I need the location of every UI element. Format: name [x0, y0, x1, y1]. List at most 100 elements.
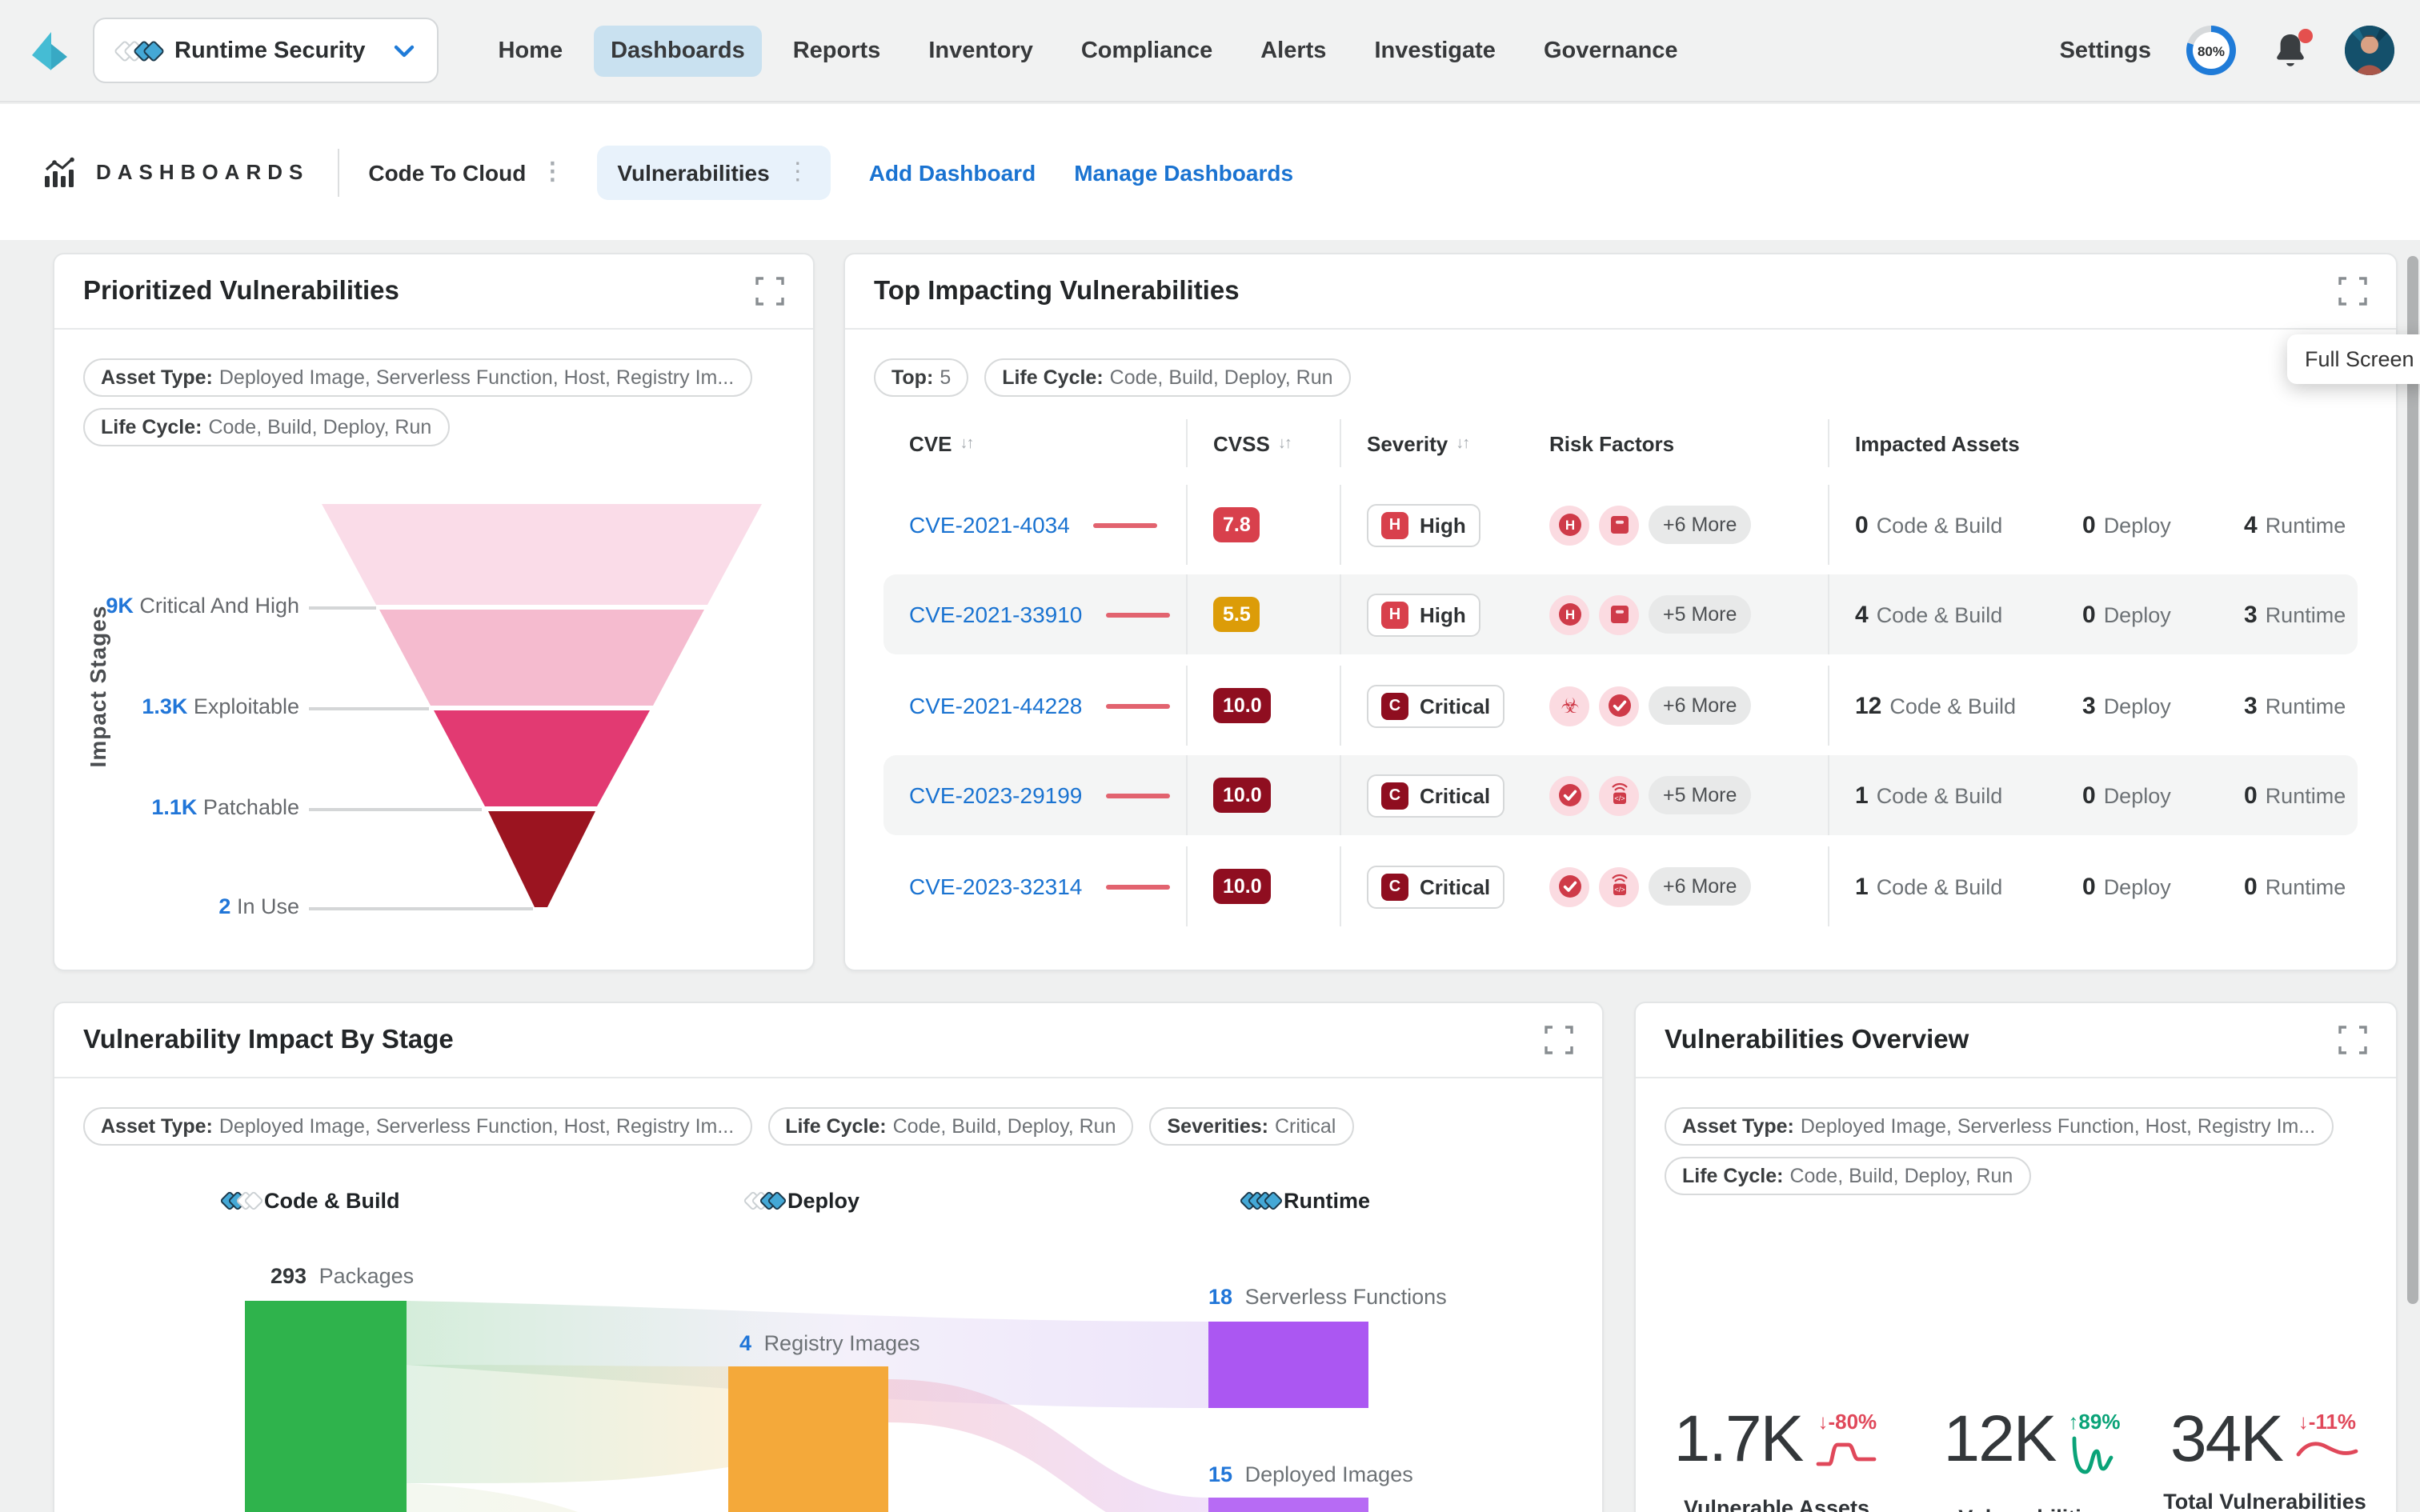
more-risk-factors-chip[interactable]: +5 More [1649, 776, 1751, 814]
fullscreen-icon[interactable] [755, 277, 784, 306]
funnel-segment-patchable[interactable] [434, 710, 650, 806]
main-nav: Home Dashboards Reports Inventory Compli… [481, 25, 1696, 76]
nav-item-governance[interactable]: Governance [1526, 25, 1696, 76]
add-dashboard-link[interactable]: Add Dashboard [869, 159, 1036, 185]
filter-chip-life-cycle[interactable]: Life Cycle: Code, Build, Deploy, Run [1665, 1157, 2030, 1195]
more-risk-factors-chip[interactable]: +5 More [1649, 595, 1751, 634]
filter-chip-asset-type[interactable]: Asset Type: Deployed Image, Serverless F… [83, 358, 751, 397]
funnel-value[interactable]: 1.1K [151, 795, 197, 819]
prioritized-vulnerabilities-card: Prioritized Vulnerabilities Asset Type: … [53, 253, 815, 971]
settings-link[interactable]: Settings [2060, 38, 2151, 63]
sankey-node-packages[interactable] [245, 1301, 407, 1512]
filter-chip-life-cycle[interactable]: Life Cycle: Code, Build, Deploy, Run [984, 358, 1350, 397]
sankey-flow-packages-down[interactable] [407, 1483, 733, 1512]
column-header-cvss[interactable]: CVSS ↓↑ [1186, 419, 1340, 467]
nav-item-investigate[interactable]: Investigate [1356, 25, 1513, 76]
notifications-button[interactable] [2271, 30, 2310, 71]
sankey-node-registry-images[interactable] [728, 1366, 888, 1512]
severity-label: High [1420, 513, 1466, 537]
node-value[interactable]: 15 [1208, 1462, 1232, 1486]
nav-item-compliance[interactable]: Compliance [1064, 25, 1230, 76]
nav-item-reports[interactable]: Reports [775, 25, 899, 76]
check-circle-icon[interactable] [1599, 686, 1639, 726]
filter-chip-life-cycle[interactable]: Life Cycle: Code, Build, Deploy, Run [83, 408, 449, 446]
sankey-node-serverless-functions[interactable] [1208, 1322, 1368, 1408]
tab-menu-icon[interactable]: ⋮ [540, 160, 564, 184]
cve-cell: CVE-2021-44228 [883, 666, 1186, 746]
stat-label: Vulnerable Assets [1665, 1496, 1889, 1512]
filter-chips: Life Cycle: Code, Build, Deploy, Run [1636, 1146, 2396, 1195]
usage-percent-label: 80% [2193, 32, 2230, 69]
table-row[interactable]: CVE-2023-29199 10.0 C Critical +5 More 1… [883, 755, 2358, 835]
severity-badge: H High [1367, 593, 1480, 636]
column-header-severity[interactable]: Severity ↓↑ [1340, 419, 1522, 467]
fullscreen-icon[interactable] [2338, 1026, 2367, 1054]
check-circle-icon[interactable] [1549, 775, 1589, 815]
user-avatar[interactable] [2345, 26, 2394, 75]
cve-link[interactable]: CVE-2021-33910 [909, 602, 1082, 627]
severity-label: Critical [1420, 783, 1490, 807]
severity-badge: C Critical [1367, 774, 1504, 817]
stat-trend-sparkline [2295, 1434, 2359, 1466]
more-risk-factors-chip[interactable]: +6 More [1649, 686, 1751, 725]
filter-chip-asset-type[interactable]: Asset Type: Deployed Image, Serverless F… [1665, 1107, 2333, 1146]
cve-link[interactable]: CVE-2021-44228 [909, 693, 1082, 718]
severity-cell: C Critical [1340, 755, 1522, 835]
table-row[interactable]: CVE-2021-33910 5.5 H High +5 More 4Code … [883, 574, 2358, 654]
product-selector-dropdown[interactable]: Runtime Security [93, 18, 439, 83]
sort-icon[interactable]: ↓↑ [1278, 434, 1291, 452]
table-row[interactable]: CVE-2023-32314 10.0 C Critical +6 More 1… [883, 846, 2358, 926]
table-row[interactable]: CVE-2021-4034 7.8 H High +6 More 0Code &… [883, 485, 2358, 565]
top-navbar: Runtime Security Home Dashboards Reports… [0, 0, 2420, 102]
cve-link[interactable]: CVE-2023-32314 [909, 874, 1082, 899]
fullscreen-icon[interactable] [2338, 277, 2367, 306]
node-value[interactable]: 4 [739, 1331, 751, 1355]
cvss-cell: 10.0 [1186, 666, 1340, 746]
more-risk-factors-chip[interactable]: +6 More [1649, 506, 1751, 544]
tab-menu-icon[interactable]: ⋮ [786, 160, 810, 184]
impacted-deploy: 0Deploy [2082, 601, 2244, 628]
table-row[interactable]: CVE-2021-44228 10.0 C Critical +6 More 1… [883, 666, 2358, 746]
remote-code-icon[interactable] [1599, 775, 1639, 815]
funnel-segment-exploitable[interactable] [379, 610, 704, 706]
stat-label: Vulnerabilities Remediated [1900, 1506, 2164, 1512]
chip-value: Deployed Image, Serverless Function, Hos… [219, 366, 734, 389]
manage-dashboards-link[interactable]: Manage Dashboards [1074, 159, 1293, 185]
archive-box-icon[interactable] [1599, 505, 1639, 545]
more-risk-factors-chip[interactable]: +6 More [1649, 867, 1751, 906]
filter-chip-top[interactable]: Top: 5 [874, 358, 968, 397]
funnel-segment-in-use[interactable] [488, 811, 595, 907]
impacted-runtime: 3Runtime [2244, 692, 2361, 719]
brand-logo-icon[interactable] [29, 30, 70, 71]
column-header-cve[interactable]: CVE ↓↑ [883, 419, 1186, 467]
funnel-value[interactable]: 2 [218, 894, 230, 918]
high-badge-icon[interactable] [1549, 594, 1589, 634]
dashboard-tab-vulnerabilities[interactable]: Vulnerabilities ⋮ [596, 145, 830, 199]
funnel-value[interactable]: 9K [106, 594, 134, 618]
sankey-flow-packages-to-registry[interactable] [407, 1365, 728, 1483]
nav-item-inventory[interactable]: Inventory [911, 25, 1051, 76]
cve-cell: CVE-2021-33910 [883, 574, 1186, 654]
page-scrollbar-thumb[interactable] [2407, 256, 2418, 1304]
sankey-node-deployed-images[interactable] [1208, 1498, 1368, 1512]
sort-icon[interactable]: ↓↑ [1456, 434, 1468, 452]
remote-code-icon[interactable] [1599, 866, 1639, 906]
funnel-value[interactable]: 1.3K [142, 694, 187, 718]
nav-item-alerts[interactable]: Alerts [1243, 25, 1344, 76]
usage-progress-ring[interactable]: 80% [2186, 26, 2236, 75]
product-selector-label: Runtime Security [174, 38, 366, 63]
cve-link[interactable]: CVE-2023-29199 [909, 782, 1082, 808]
nav-item-dashboards[interactable]: Dashboards [593, 25, 763, 76]
check-circle-icon[interactable] [1549, 866, 1589, 906]
cve-link[interactable]: CVE-2021-4034 [909, 512, 1070, 538]
funnel-segment-critical-and-high[interactable] [322, 504, 762, 605]
stat-delta: ↓-80% [1815, 1410, 1879, 1434]
biohazard-icon[interactable] [1549, 686, 1589, 726]
node-value[interactable]: 18 [1208, 1285, 1232, 1309]
column-header-impacted-assets: Impacted Assets [1828, 419, 2361, 467]
sort-icon[interactable]: ↓↑ [960, 434, 972, 452]
nav-item-home[interactable]: Home [481, 25, 581, 76]
high-badge-icon[interactable] [1549, 505, 1589, 545]
dashboard-tab-code-to-cloud[interactable]: Code To Cloud ⋮ [368, 159, 564, 185]
archive-box-icon[interactable] [1599, 594, 1639, 634]
